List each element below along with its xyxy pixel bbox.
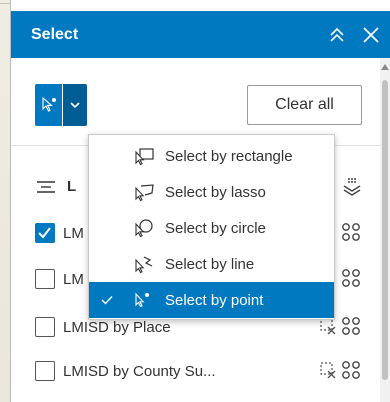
close-button[interactable] — [357, 21, 385, 49]
collapse-button[interactable] — [323, 21, 351, 49]
menu-item-select-by-circle[interactable]: Select by circle — [89, 210, 334, 246]
layer-checkbox[interactable] — [35, 223, 55, 243]
layer-actions-button[interactable] — [341, 360, 361, 385]
layer-checkbox[interactable] — [35, 361, 55, 381]
menu-item-label: Select by circle — [165, 219, 266, 237]
more-options-icon — [342, 223, 360, 241]
layer-checkbox[interactable] — [35, 317, 55, 337]
toggle-all-icon[interactable] — [35, 179, 57, 195]
layers-options-button[interactable] — [341, 176, 363, 203]
select-lasso-icon — [131, 182, 157, 202]
select-panel: Select Clear all L LM LM LMISD by Place … — [10, 0, 390, 402]
menu-item-label: Select by point — [165, 291, 264, 309]
active-select-tool-button[interactable] — [35, 84, 63, 126]
more-options-icon — [342, 361, 360, 379]
clear-selection-button[interactable] — [319, 361, 337, 384]
select-line-icon — [131, 254, 157, 274]
layer-list-title: L — [67, 178, 77, 195]
layers-icon — [343, 178, 361, 196]
layer-checkbox[interactable] — [35, 269, 55, 289]
checkmark-icon — [38, 227, 51, 239]
layer-actions-button[interactable] — [341, 316, 361, 341]
close-icon — [363, 26, 379, 43]
menu-item-select-by-rectangle[interactable]: Select by rectangle — [89, 138, 334, 174]
layer-actions-button[interactable] — [341, 268, 361, 293]
clear-selection-button[interactable] — [319, 317, 337, 340]
more-options-icon — [342, 317, 360, 335]
tool-dropdown-toggle[interactable] — [63, 84, 87, 126]
menu-item-label: Select by lasso — [165, 183, 266, 201]
scroll-thumb[interactable] — [382, 80, 388, 380]
layer-actions-button[interactable] — [341, 222, 361, 247]
select-tool-dropdown: Select by rectangle Select by lasso Sele… — [88, 134, 335, 320]
menu-item-select-by-point[interactable]: Select by point — [89, 282, 334, 318]
panel-header: Select — [11, 11, 390, 58]
menu-item-select-by-lasso[interactable]: Select by lasso — [89, 174, 334, 210]
select-tool-button — [35, 84, 87, 126]
scroll-up-arrow-icon[interactable] — [381, 64, 389, 70]
panel-title: Select — [31, 25, 79, 43]
layer-list-header: L — [35, 178, 76, 195]
clear-selection-icon — [320, 362, 336, 379]
menu-item-label: Select by line — [165, 255, 255, 273]
double-chevron-up-icon — [330, 27, 344, 42]
checkmark-icon — [101, 295, 121, 305]
select-circle-icon — [131, 218, 157, 238]
menu-item-label: Select by rectangle — [165, 147, 293, 165]
select-rectangle-icon — [131, 146, 157, 166]
select-point-icon — [42, 96, 56, 112]
vertical-scrollbar[interactable] — [380, 58, 390, 402]
chevron-down-icon — [70, 102, 80, 109]
more-options-icon — [342, 269, 360, 287]
clear-all-button[interactable]: Clear all — [247, 85, 362, 125]
menu-item-select-by-line[interactable]: Select by line — [89, 246, 334, 282]
layer-row[interactable]: LMISD by County Su... — [35, 356, 365, 386]
select-point-icon — [131, 290, 157, 310]
